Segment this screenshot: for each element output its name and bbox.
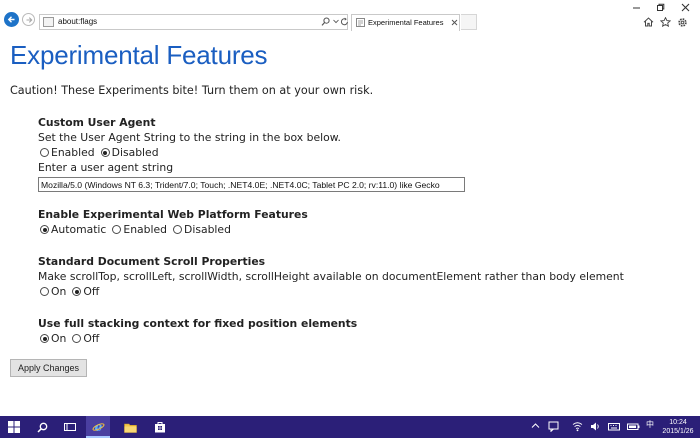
store-icon [155,422,165,433]
chevron-up-icon[interactable] [531,421,540,431]
page-content: Experimental Features Caution! These Exp… [0,31,700,416]
radio-button[interactable] [112,225,122,234]
section-title: Enable Experimental Web Platform Feature… [38,208,308,221]
radio-button[interactable] [72,287,82,296]
section-title: Standard Document Scroll Properties [38,255,266,268]
radio-option-disabled[interactable]: Disabled [100,146,159,159]
radio-group-web-platform: Automatic Enabled Disabled [38,222,308,237]
close-window-button[interactable] [677,1,693,13]
section-scroll-properties: Standard Document Scroll Properties Make… [38,254,624,299]
back-button[interactable] [4,12,19,27]
page-icon [43,17,54,27]
search-icon [36,422,47,433]
star-icon[interactable] [660,17,671,27]
folder-icon [123,423,137,433]
restore-button[interactable] [652,1,668,13]
radio-label: Off [83,332,100,345]
search-icon[interactable] [321,17,330,27]
radio-button[interactable] [40,334,49,343]
tab-experimental-features[interactable]: Experimental Features [351,14,460,31]
section-description: Make scrollTop, scrollLeft, scrollWidth,… [38,270,624,283]
radio-button[interactable] [40,287,49,296]
chevron-down-icon[interactable] [333,19,339,24]
section-title: Use full stacking context for fixed posi… [38,317,358,330]
file-explorer-button[interactable] [118,416,142,438]
network-icon[interactable] [572,421,583,432]
section-description: Set the User Agent String to the string … [38,131,341,144]
section-title: Custom User Agent [38,116,156,129]
battery-icon[interactable] [627,421,640,432]
radio-option-on[interactable]: On [40,285,66,298]
address-bar[interactable]: about:flags [39,14,348,30]
section-web-platform-features: Enable Experimental Web Platform Feature… [38,207,308,237]
radio-option-off[interactable]: Off [72,332,99,345]
radio-label: Automatic [51,223,107,236]
volume-icon[interactable] [590,421,601,432]
radio-label: Disabled [111,146,159,159]
radio-option-on[interactable]: On [40,332,66,345]
caution-text: Caution! These Experiments bite! Turn th… [10,84,374,97]
close-icon [681,3,689,11]
section-custom-user-agent: Custom User Agent Set the User Agent Str… [38,115,465,192]
taskbar: e 中 10:24 2015/1/26 [0,416,700,438]
windows-logo-icon [8,421,20,433]
radio-option-enabled[interactable]: Enabled [112,223,167,236]
internet-explorer-icon: e [92,420,104,433]
gear-icon[interactable] [677,17,688,28]
internet-explorer-button[interactable]: e [86,416,110,438]
clock-date: 2015/1/26 [662,428,694,435]
notification-icon[interactable] [548,421,559,432]
radio-group-user-agent: Enabled Disabled [38,145,465,160]
minimize-icon [632,7,640,8]
restore-icon [656,3,664,11]
forward-button[interactable] [22,13,35,26]
user-agent-input[interactable] [38,177,465,192]
radio-option-automatic[interactable]: Automatic [40,223,106,236]
svg-text:e: e [94,420,102,433]
store-button[interactable] [148,416,172,438]
apply-changes-button[interactable]: Apply Changes [10,359,87,377]
radio-label: Off [83,285,100,298]
radio-label: Enabled [51,146,95,159]
user-agent-input-label: Enter a user agent string [38,161,174,174]
minimize-button[interactable] [628,1,644,13]
clock-time: 10:24 [669,419,687,426]
browser-chrome: about:flags Experimental Features [0,0,700,31]
radio-label: Disabled [184,223,231,236]
radio-option-disabled[interactable]: Disabled [173,223,231,236]
radio-button[interactable] [72,334,82,343]
radio-group-scroll: On Off [38,284,624,299]
radio-button[interactable] [100,148,110,157]
back-arrow-icon [7,16,15,23]
radio-label: On [51,332,67,345]
home-icon[interactable] [643,17,654,27]
start-button[interactable] [2,416,26,438]
radio-option-off[interactable]: Off [72,285,99,298]
page-icon [356,18,365,27]
taskbar-search-button[interactable] [30,416,54,438]
radio-label: On [51,285,67,298]
radio-button[interactable] [40,148,49,157]
page-title: Experimental Features [10,40,268,70]
close-icon[interactable] [451,19,458,26]
address-text[interactable]: about:flags [58,16,97,28]
forward-arrow-icon [26,16,32,23]
task-view-icon [64,423,76,431]
task-view-button[interactable] [58,416,82,438]
refresh-icon[interactable] [340,17,349,27]
radio-option-enabled[interactable]: Enabled [40,146,95,159]
section-stacking-context: Use full stacking context for fixed posi… [38,316,357,346]
tab-label: Experimental Features [368,18,444,27]
radio-button[interactable] [40,225,49,234]
new-tab-button[interactable] [461,14,477,30]
ime-indicator[interactable]: 中 [646,419,654,430]
clock[interactable]: 10:24 2015/1/26 [656,418,700,436]
radio-group-stacking: On Off [38,331,357,346]
keyboard-icon[interactable] [608,421,620,432]
radio-button[interactable] [173,225,183,234]
radio-label: Enabled [123,223,168,236]
